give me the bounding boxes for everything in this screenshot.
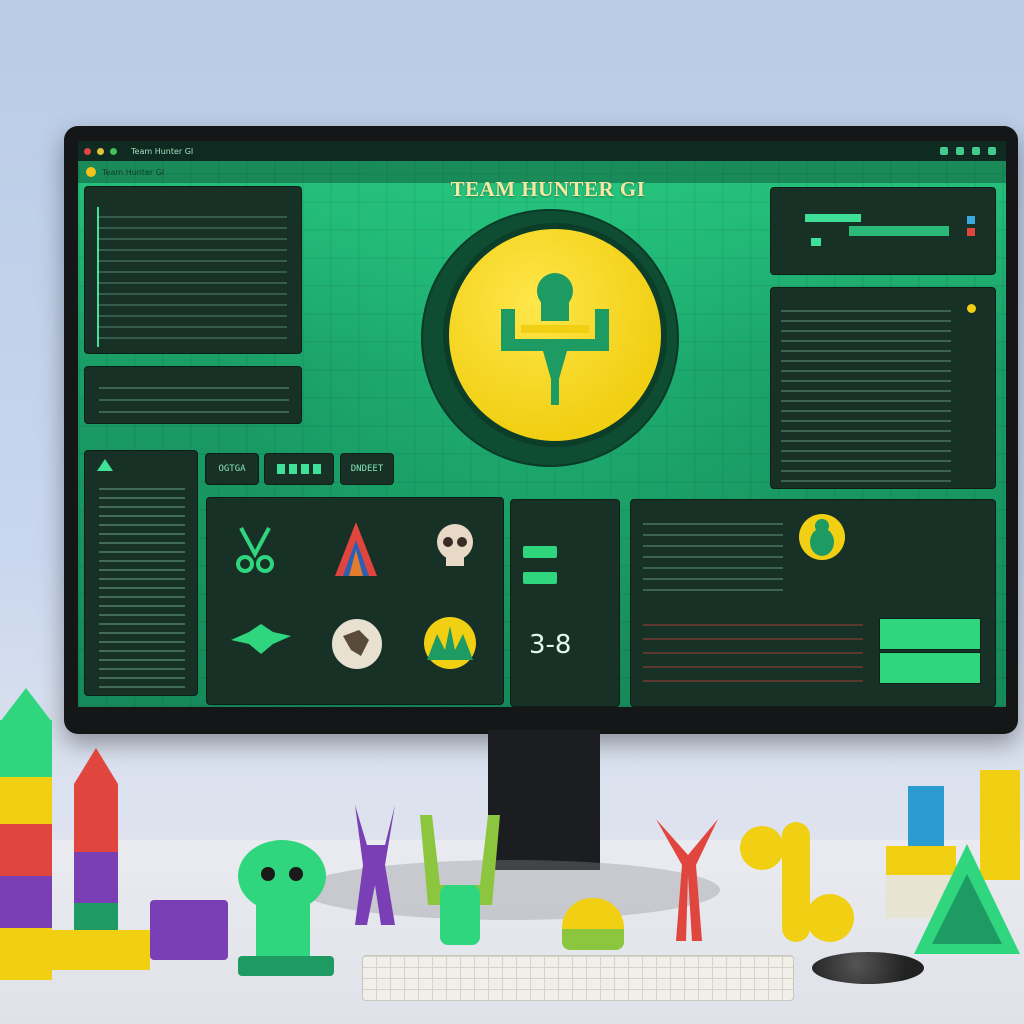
score-chip-button[interactable] bbox=[523, 572, 557, 584]
left-list-panel bbox=[84, 450, 198, 696]
chart-bar bbox=[849, 226, 949, 236]
tab-label[interactable]: Team Hunter GI bbox=[102, 168, 164, 177]
block-tower bbox=[74, 784, 118, 954]
app-logo-icon bbox=[86, 167, 96, 177]
yellow-block bbox=[0, 930, 150, 970]
window-titlebar: Team Hunter GI bbox=[78, 141, 1006, 161]
tower-roof bbox=[74, 748, 118, 784]
purple-creature-toy bbox=[345, 805, 405, 935]
left-roster-panel bbox=[84, 186, 302, 354]
yellow-dome-toy bbox=[562, 898, 624, 950]
yellow-percent-toy bbox=[736, 818, 856, 948]
red-tent-character-icon[interactable] bbox=[333, 520, 379, 576]
red-pliers-toy bbox=[652, 815, 722, 945]
titlebar-icons bbox=[940, 147, 996, 155]
menu-icon[interactable] bbox=[988, 147, 996, 155]
green-tree-toy bbox=[910, 844, 1024, 964]
chart-bar bbox=[811, 238, 821, 246]
skull-character-icon[interactable] bbox=[435, 522, 475, 570]
log-rows bbox=[781, 302, 951, 482]
dndeet-button[interactable]: DNDEET bbox=[340, 453, 394, 485]
right-bottom-panel bbox=[630, 499, 996, 707]
blue-block bbox=[908, 786, 944, 846]
stingray-character-icon[interactable] bbox=[229, 622, 293, 656]
maximize-window-button[interactable] bbox=[110, 147, 117, 155]
match-score: 3-8 bbox=[529, 630, 572, 660]
scissor-character-icon[interactable] bbox=[235, 526, 275, 574]
settings-icon[interactable] bbox=[940, 147, 948, 155]
grid-icon[interactable] bbox=[972, 147, 980, 155]
tower-roof bbox=[0, 688, 52, 722]
search-icon[interactable] bbox=[956, 147, 964, 155]
status-dot-icon bbox=[967, 304, 976, 313]
up-arrow-icon[interactable] bbox=[97, 459, 113, 471]
ogtga-button[interactable]: OGTGA bbox=[205, 453, 259, 485]
mouse bbox=[812, 952, 924, 984]
minimize-window-button[interactable] bbox=[97, 147, 104, 155]
info-rows bbox=[643, 514, 783, 594]
globe-character-icon[interactable] bbox=[329, 616, 385, 672]
keyboard bbox=[362, 955, 794, 1001]
score-chip-button[interactable] bbox=[523, 546, 557, 558]
right-chart-panel bbox=[770, 187, 996, 275]
trident-icon bbox=[501, 273, 609, 405]
roster-rows bbox=[97, 207, 287, 347]
leaf-character-icon[interactable] bbox=[423, 616, 477, 670]
green-horn-toy bbox=[410, 805, 510, 945]
legend-swatch bbox=[967, 228, 975, 236]
alert-rows bbox=[643, 612, 863, 692]
screen: Team Hunter GI Team Hunter GI TEAM HUNTE… bbox=[78, 141, 1006, 707]
score-panel: 3-8 bbox=[510, 499, 620, 707]
chart-bar bbox=[805, 214, 861, 222]
window-title: Team Hunter GI bbox=[131, 146, 194, 156]
team-emblem bbox=[443, 223, 667, 447]
right-log-panel bbox=[770, 287, 996, 489]
action-tile[interactable] bbox=[879, 652, 981, 684]
action-tile[interactable] bbox=[879, 618, 981, 650]
stats-rows bbox=[99, 377, 289, 413]
bug-emblem-icon bbox=[799, 514, 845, 560]
toggle-button[interactable] bbox=[264, 453, 334, 485]
green-robot-toy bbox=[230, 840, 340, 980]
close-window-button[interactable] bbox=[84, 147, 91, 155]
toggle-icon bbox=[277, 464, 321, 474]
left-stats-panel bbox=[84, 366, 302, 424]
purple-block bbox=[150, 900, 228, 960]
list-rows bbox=[99, 481, 185, 691]
page-title: TEAM HUNTER GI bbox=[450, 177, 646, 201]
character-grid-panel bbox=[206, 497, 504, 705]
legend-swatch bbox=[967, 216, 975, 224]
